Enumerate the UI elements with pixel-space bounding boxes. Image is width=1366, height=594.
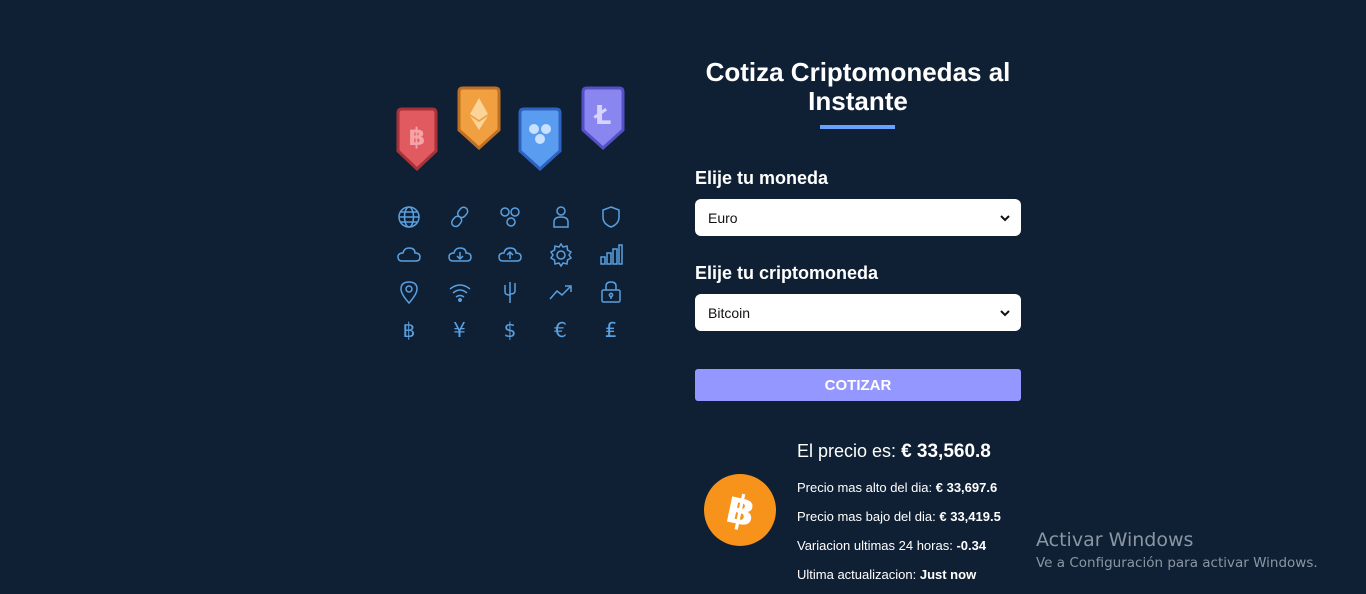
activation-watermark-title: Activar Windows [1036,529,1194,551]
svg-text:Ł: Ł [593,101,612,131]
ethereum-tag-icon [457,86,501,150]
high-value: € 33,697.6 [935,480,998,495]
updated-value: Just now [919,567,977,582]
ripple-tag-icon [518,107,562,171]
low-value: € 33,419.5 [939,509,1001,524]
feature-icon-grid: ฿ ¥ $ € ₤ [395,203,648,353]
high-row: Precio mas alto del dia: € 33,697.6 [797,480,997,495]
low-label: Precio mas bajo del dia: [797,509,936,524]
litecoin-tag-icon: Ł [581,86,625,150]
updated-row: Ultima actualizacion: Just now [797,567,976,582]
baht-icon: ฿ [402,317,416,342]
title-underline [820,125,895,129]
page-title: Cotiza Criptomonedas al Instante [705,57,1011,116]
globe-icon [395,203,423,231]
currency-select-value: Euro [708,209,738,226]
change-value: -0.34 [956,538,987,553]
chevron-down-icon [1000,214,1010,221]
trend-up-icon [547,278,575,306]
user-icon [547,203,575,231]
gear-icon [547,241,575,269]
padlock-icon [597,278,625,306]
currency-select[interactable]: Euro [695,199,1021,236]
cloud-upload-icon [496,241,524,269]
price-row: El precio es: € 33,560.8 [797,441,991,463]
high-label: Precio mas alto del dia: [797,480,933,495]
bitcoin-coin-icon: ฿ [704,474,776,546]
change-row: Variacion ultimas 24 horas: -0.34 [797,538,986,553]
svg-text:฿: ฿ [409,123,426,151]
bitcoin-tag-icon: ฿ [396,107,438,171]
nodes-icon [496,203,524,231]
change-label: Variacion ultimas 24 horas: [797,538,953,553]
cotizar-button[interactable]: COTIZAR [695,369,1021,401]
crypto-label: Elije tu criptomoneda [695,263,879,283]
cloud-icon [395,241,423,269]
cloud-download-icon [446,241,474,269]
shield-icon [597,203,625,231]
usb-plug-icon [496,278,524,306]
chevron-down-icon [1000,309,1010,316]
low-row: Precio mas bajo del dia: € 33,419.5 [797,509,1001,524]
location-pin-icon [395,278,423,306]
lira-icon: ₤ [604,317,618,342]
dollar-icon: $ [503,317,517,342]
activation-watermark-subtitle: Ve a Configuración para activar Windows. [1036,555,1318,571]
price-label: El precio es: [797,441,897,461]
currency-label: Elije tu moneda [695,168,829,188]
updated-label: Ultima actualizacion: [797,567,917,582]
bar-chart-icon [597,241,625,269]
price-value: € 33,560.8 [901,441,991,462]
wifi-icon [446,278,474,306]
crypto-select[interactable]: Bitcoin [695,294,1021,331]
euro-icon: € [554,317,567,342]
chain-link-icon [446,203,474,231]
crypto-select-value: Bitcoin [708,304,751,321]
yen-icon: ¥ [453,317,466,342]
